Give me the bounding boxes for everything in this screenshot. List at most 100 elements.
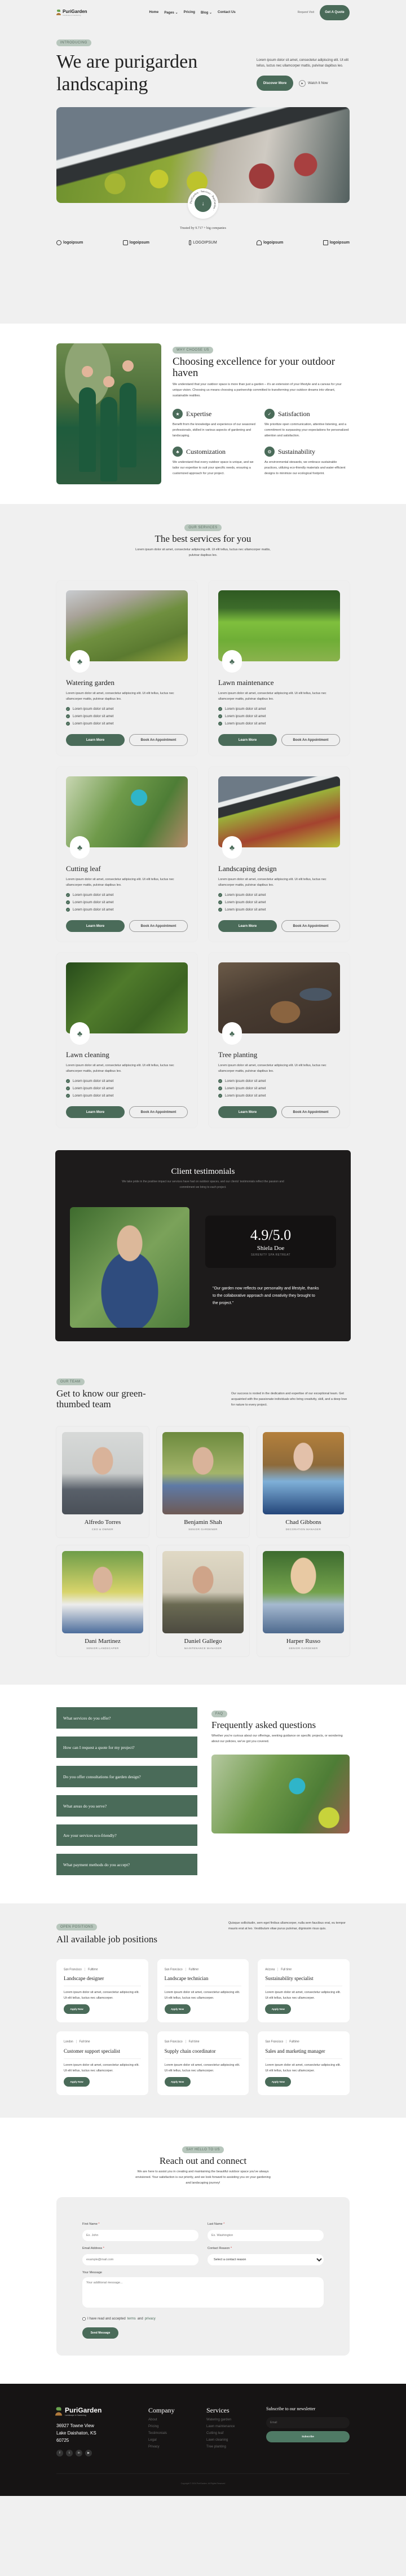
logo[interactable]: PuriGarden Landscape & Gardening <box>56 9 87 16</box>
team-member-role: DECORATION MANAGER <box>285 1528 321 1531</box>
apply-now-button[interactable]: Apply Now <box>164 2076 191 2087</box>
service-image: ♣ <box>218 962 340 1045</box>
testimonials-subtitle: We take pride in the positive impact our… <box>122 1180 284 1189</box>
tree-icon: ♣ <box>173 447 183 457</box>
scroll-down-badge[interactable]: PuriGarden · Services · PuriGarden · ↓ <box>188 188 218 219</box>
footer-link-privacy[interactable]: Privacy <box>148 2445 206 2449</box>
footer-link-lawn-cleaning[interactable]: Lawn cleaning <box>206 2438 264 2442</box>
apply-now-button[interactable]: Apply Now <box>64 2004 90 2014</box>
request-visit-link[interactable]: Request Visit <box>298 11 314 14</box>
team-member-card: Chad Gibbons DECORATION MANAGER <box>257 1426 350 1537</box>
last-name-input[interactable] <box>208 2229 324 2241</box>
hero-title: We are purigarden landscaping <box>56 51 198 95</box>
team-member-role: SENIOR LANDSCAPER <box>86 1647 119 1650</box>
message-textarea[interactable] <box>82 2277 324 2308</box>
job-location: San Francisco <box>164 1968 183 1972</box>
terms-checkbox[interactable] <box>82 2317 86 2321</box>
footer-link-testimonials[interactable]: Testimonials <box>148 2432 206 2435</box>
nav-contact[interactable]: Contact Us <box>218 11 236 15</box>
facebook-icon[interactable]: f <box>56 2449 63 2456</box>
apply-now-button[interactable]: Apply Now <box>265 2076 292 2087</box>
last-name-label: Last Name * <box>208 2222 225 2226</box>
first-name-input[interactable] <box>82 2229 198 2241</box>
learn-more-button[interactable]: Learn More <box>218 734 277 746</box>
watch-video-button[interactable]: ▶ Watch It Now <box>299 79 328 87</box>
book-appointment-button[interactable]: Book An Appointment <box>129 920 188 932</box>
learn-more-button[interactable]: Learn More <box>66 1106 125 1118</box>
footer-link-watering[interactable]: Watering garden <box>206 2418 264 2422</box>
check-item: ✓ Lorem ipsum dolor sit amet <box>66 900 114 904</box>
tree-icon: ♣ <box>222 836 242 859</box>
copyright: Copyright © 2024 PuriGarden. All Rights … <box>56 2473 350 2485</box>
footer-link-lawn-maintenance[interactable]: Lawn maintenance <box>206 2425 264 2428</box>
nav-pages-label: Pages <box>164 11 174 15</box>
send-message-button[interactable]: Send Message <box>82 2327 118 2339</box>
service-card: ♣ Cutting leaf Lorem ipsum dolor sit ame… <box>56 767 197 942</box>
footer-link-pricing[interactable]: Pricing <box>148 2425 206 2428</box>
footer-link-cutting-leaf[interactable]: Cutting leaf <box>206 2432 264 2435</box>
privacy-link[interactable]: privacy <box>145 2317 156 2321</box>
subscribe-button[interactable]: Subscribe <box>266 2431 350 2442</box>
job-card: San Francisco Fulltime Landscape technici… <box>157 1959 249 2023</box>
job-meta: London Full time <box>64 2040 141 2044</box>
check-circle-icon: ✓ <box>66 1094 70 1098</box>
footer-logo[interactable]: PuriGarden Landscape & Gardening <box>55 2406 140 2416</box>
email-input[interactable] <box>82 2254 198 2265</box>
footer-link-tree-planting[interactable]: Tree planting <box>206 2445 264 2449</box>
check-item: ✓ Lorem ipsum dolor sit amet <box>66 714 114 718</box>
faq-question[interactable]: What areas do you serve? <box>56 1795 197 1817</box>
apply-now-button[interactable]: Apply Now <box>164 2004 191 2014</box>
nav-pages[interactable]: Pages ⌄ <box>164 11 178 15</box>
check-item: ✓ Lorem ipsum dolor sit amet <box>218 722 266 726</box>
faq-question[interactable]: Do you offer consultations for garden de… <box>56 1766 197 1787</box>
job-description: Lorem ipsum dolor sit amet, consectetur … <box>64 2063 139 2073</box>
linkedin-icon[interactable]: in <box>76 2449 82 2456</box>
book-appointment-button[interactable]: Book An Appointment <box>129 734 188 746</box>
service-image: ♣ <box>218 776 340 859</box>
team-member-role: SENIOR GARDENER <box>188 1528 218 1531</box>
apply-now-button[interactable]: Apply Now <box>265 2004 292 2014</box>
book-appointment-button[interactable]: Book An Appointment <box>129 1106 188 1118</box>
learn-more-button[interactable]: Learn More <box>66 920 125 932</box>
service-description: Lorem ipsum dolor sit amet, consectetur … <box>218 692 326 701</box>
contact-reason-select[interactable]: Select a contact reason <box>208 2254 324 2265</box>
team-grid: Alfredo Torres CEO & OWNER Benjamin Shah… <box>56 1426 350 1656</box>
features-grid: ★ Expertise Benefit from the knowledge an… <box>173 409 350 476</box>
testimonial-quote: "Our garden now reflects our personality… <box>213 1287 319 1305</box>
nav-blog[interactable]: Blog ⌄ <box>201 11 212 15</box>
footer-link-about[interactable]: About <box>148 2418 206 2422</box>
nav-home[interactable]: Home <box>149 11 159 15</box>
apply-now-button[interactable]: Apply Now <box>64 2076 90 2087</box>
job-meta: San Francisco Fulltime <box>165 1968 242 1971</box>
terms-link[interactable]: terms <box>127 2317 136 2321</box>
why-pill: Why choose us <box>173 347 214 354</box>
faq-question[interactable]: What services do you offer? <box>56 1707 197 1729</box>
job-title: Landscape designer <box>64 1976 141 1987</box>
faq-question[interactable]: What payment methods do you accept? <box>56 1854 197 1875</box>
get-quote-button[interactable]: Get A Quote <box>319 5 350 20</box>
footer-logo-tagline: Landscape & Gardening <box>65 2414 86 2416</box>
book-appointment-button[interactable]: Book An Appointment <box>281 734 340 746</box>
faq-question[interactable]: Are your services eco-friendly? <box>56 1824 197 1846</box>
job-description: Lorem ipsum dolor sit amet, consectetur … <box>64 1991 139 2000</box>
book-appointment-button[interactable]: Book An Appointment <box>281 920 340 932</box>
service-checklist: ✓ Lorem ipsum dolor sit amet ✓ Lorem ipsum … <box>218 891 340 913</box>
youtube-icon[interactable]: ▶ <box>85 2449 92 2456</box>
newsletter-email-input[interactable] <box>266 2416 350 2428</box>
feature-title: Satisfaction <box>278 409 310 418</box>
nav-pricing[interactable]: Pricing <box>184 11 195 15</box>
faq-question[interactable]: How can I request a quote for my project… <box>56 1737 197 1758</box>
faq-title: Frequently asked questions <box>211 1720 316 1730</box>
service-card: ♣ Tree planting Lorem ipsum dolor sit am… <box>209 953 350 1128</box>
contact-reason-label: Contact Reason * <box>208 2246 232 2250</box>
learn-more-button[interactable]: Learn More <box>218 1106 277 1118</box>
team-member-photo <box>62 1432 143 1514</box>
learn-more-button[interactable]: Learn More <box>218 920 277 932</box>
book-appointment-button[interactable]: Book An Appointment <box>281 1106 340 1118</box>
footer-link-legal[interactable]: Legal <box>148 2438 206 2442</box>
learn-more-button[interactable]: Learn More <box>66 734 125 746</box>
twitter-icon[interactable]: t <box>66 2449 73 2456</box>
discover-more-button[interactable]: Discover More <box>257 76 293 91</box>
jobs-section: Open positions All available job positio… <box>0 1903 406 2118</box>
faq-image <box>211 1755 350 1833</box>
